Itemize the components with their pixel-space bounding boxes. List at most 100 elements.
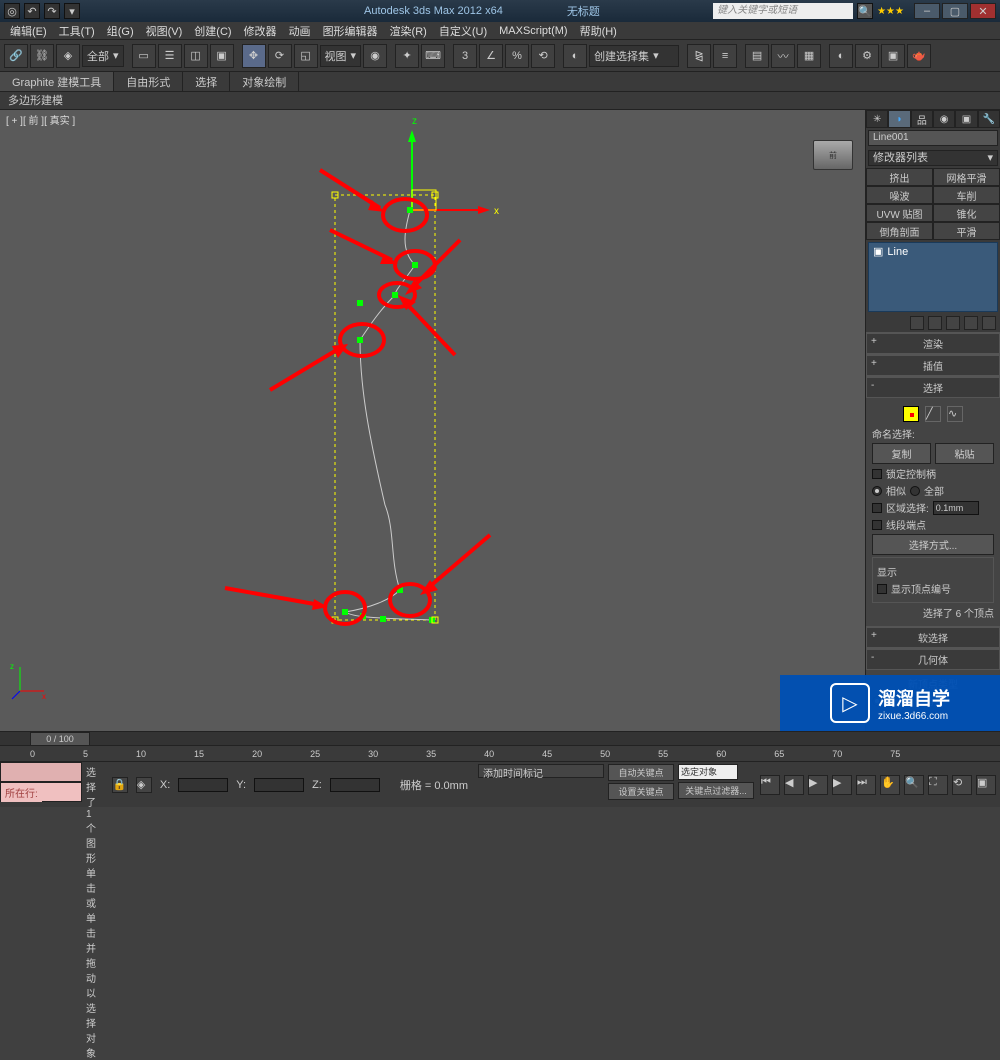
- segment-end-checkbox[interactable]: [872, 520, 882, 530]
- rollout-softsel[interactable]: +软选择: [866, 627, 1000, 648]
- all-radio[interactable]: [910, 486, 920, 496]
- menu-modifiers[interactable]: 修改器: [238, 21, 283, 41]
- select-name-icon[interactable]: ☰: [158, 44, 182, 68]
- keyboard-icon[interactable]: ⌨: [421, 44, 445, 68]
- select-by-button[interactable]: 选择方式...: [872, 534, 994, 555]
- zoom-extents-icon[interactable]: ⛶: [928, 775, 948, 795]
- mod-smooth[interactable]: 平滑: [933, 222, 1000, 240]
- menu-create[interactable]: 创建(C): [188, 21, 237, 41]
- menu-group[interactable]: 组(G): [101, 21, 140, 41]
- create-tab-icon[interactable]: ✳: [866, 110, 888, 128]
- hierarchy-tab-icon[interactable]: 品: [911, 110, 933, 128]
- mod-noise[interactable]: 噪波: [866, 186, 933, 204]
- select-region-icon[interactable]: ◫: [184, 44, 208, 68]
- motion-tab-icon[interactable]: ◉: [933, 110, 955, 128]
- minimize-button[interactable]: –: [914, 3, 940, 19]
- menu-views[interactable]: 视图(V): [140, 21, 189, 41]
- render-icon[interactable]: 🫖: [907, 44, 931, 68]
- show-end-icon[interactable]: [928, 316, 942, 330]
- curve-editor-icon[interactable]: 〰: [771, 44, 795, 68]
- paste-selection-button[interactable]: 粘贴: [935, 443, 994, 464]
- modifier-stack[interactable]: ▣Line: [868, 242, 998, 312]
- lock-handles-checkbox[interactable]: [872, 469, 882, 479]
- unlink-icon[interactable]: ⛓: [30, 44, 54, 68]
- ribbon-tab-selection[interactable]: 选择: [183, 72, 230, 91]
- layers-icon[interactable]: ▤: [745, 44, 769, 68]
- segment-subobj-icon[interactable]: ╱: [925, 406, 941, 422]
- manipulate-icon[interactable]: ✦: [395, 44, 419, 68]
- play-icon[interactable]: ▶: [808, 775, 828, 795]
- mod-uvw[interactable]: UVW 贴图: [866, 204, 933, 222]
- snap-icon[interactable]: 3: [453, 44, 477, 68]
- redo-icon[interactable]: ↷: [44, 3, 60, 19]
- copy-selection-button[interactable]: 复制: [872, 443, 931, 464]
- dropdown-icon[interactable]: ▾: [64, 3, 80, 19]
- utilities-tab-icon[interactable]: 🔧: [978, 110, 1000, 128]
- ribbon-panel-polymodeling[interactable]: 多边形建模: [0, 92, 1000, 110]
- mod-lathe[interactable]: 车削: [933, 186, 1000, 204]
- undo-icon[interactable]: ↶: [24, 3, 40, 19]
- modify-tab-icon[interactable]: ◗: [888, 110, 910, 128]
- isolate-icon[interactable]: ◈: [136, 777, 152, 793]
- keyfilter-button[interactable]: 关键点过滤器...: [678, 782, 754, 799]
- editnsel-icon[interactable]: ◐: [563, 44, 587, 68]
- add-time-tag-button[interactable]: 添加时间标记: [478, 764, 604, 778]
- help-search-input[interactable]: 键入关键字或短语: [713, 3, 853, 19]
- lock-selection-icon[interactable]: 🔒: [112, 777, 128, 793]
- show-vertex-num-checkbox[interactable]: [877, 584, 887, 594]
- scale-icon[interactable]: ◱: [294, 44, 318, 68]
- maximize-button[interactable]: ▢: [942, 3, 968, 19]
- similar-radio[interactable]: [872, 486, 882, 496]
- select-icon[interactable]: ▭: [132, 44, 156, 68]
- time-slider-track[interactable]: 0 / 100: [0, 731, 1000, 745]
- viewport[interactable]: [ + ][ 前 ][ 真实 ] 前 z x: [0, 110, 865, 731]
- mirror-icon[interactable]: ⧎: [687, 44, 711, 68]
- spinner-snap-icon[interactable]: ⟲: [531, 44, 555, 68]
- next-frame-icon[interactable]: ▶: [832, 775, 852, 795]
- maximize-viewport-icon[interactable]: ▣: [976, 775, 996, 795]
- goto-end-icon[interactable]: ⏭: [856, 775, 876, 795]
- rotate-icon[interactable]: ⟳: [268, 44, 292, 68]
- ribbon-tab-graphite[interactable]: Graphite 建模工具: [0, 72, 114, 91]
- close-button[interactable]: ✕: [970, 3, 996, 19]
- area-sel-spinner[interactable]: 0.1mm: [933, 501, 979, 515]
- move-icon[interactable]: ✥: [242, 44, 266, 68]
- object-name-input[interactable]: Line001: [868, 130, 998, 146]
- named-selset-dropdown[interactable]: 创建选择集▾: [589, 45, 679, 67]
- x-coord-input[interactable]: [178, 778, 228, 792]
- menu-grapheditors[interactable]: 图形编辑器: [317, 21, 384, 41]
- schematic-icon[interactable]: ▦: [797, 44, 821, 68]
- angle-snap-icon[interactable]: ∠: [479, 44, 503, 68]
- vertex-subobj-icon[interactable]: [903, 406, 919, 422]
- pan-icon[interactable]: ✋: [880, 775, 900, 795]
- selection-filter-dropdown[interactable]: 全部▾: [82, 45, 124, 67]
- material-editor-icon[interactable]: ◐: [829, 44, 853, 68]
- display-tab-icon[interactable]: ▣: [955, 110, 977, 128]
- spline-subobj-icon[interactable]: ∿: [947, 406, 963, 422]
- app-icon[interactable]: ◎: [4, 3, 20, 19]
- maxscript-listener[interactable]: 所在行:: [0, 782, 82, 802]
- menu-tools[interactable]: 工具(T): [53, 21, 101, 41]
- pin-stack-icon[interactable]: [910, 316, 924, 330]
- menu-customize[interactable]: 自定义(U): [433, 21, 493, 41]
- zoom-icon[interactable]: 🔍: [904, 775, 924, 795]
- render-frame-icon[interactable]: ▣: [881, 44, 905, 68]
- z-coord-input[interactable]: [330, 778, 380, 792]
- setkey-button[interactable]: 设置关键点: [608, 783, 674, 800]
- rollout-render[interactable]: +渲染: [866, 333, 1000, 354]
- mod-bevelprofile[interactable]: 倒角剖面: [866, 222, 933, 240]
- time-ruler[interactable]: 0 5 10 15 20 25 30 35 40 45 50 55 60 65 …: [0, 745, 1000, 761]
- menu-rendering[interactable]: 渲染(R): [384, 21, 433, 41]
- mod-taper[interactable]: 锥化: [933, 204, 1000, 222]
- configure-icon[interactable]: [982, 316, 996, 330]
- modifier-list-dropdown[interactable]: 修改器列表▾: [868, 150, 998, 166]
- orbit-icon[interactable]: ⟲: [952, 775, 972, 795]
- menu-maxscript[interactable]: MAXScript(M): [493, 23, 573, 39]
- area-sel-checkbox[interactable]: [872, 503, 882, 513]
- rollout-selection[interactable]: -选择: [866, 377, 1000, 398]
- mod-extrude[interactable]: 挤出: [866, 168, 933, 186]
- remove-mod-icon[interactable]: [964, 316, 978, 330]
- unique-icon[interactable]: [946, 316, 960, 330]
- ribbon-tab-freeform[interactable]: 自由形式: [114, 72, 183, 91]
- align-icon[interactable]: ≡: [713, 44, 737, 68]
